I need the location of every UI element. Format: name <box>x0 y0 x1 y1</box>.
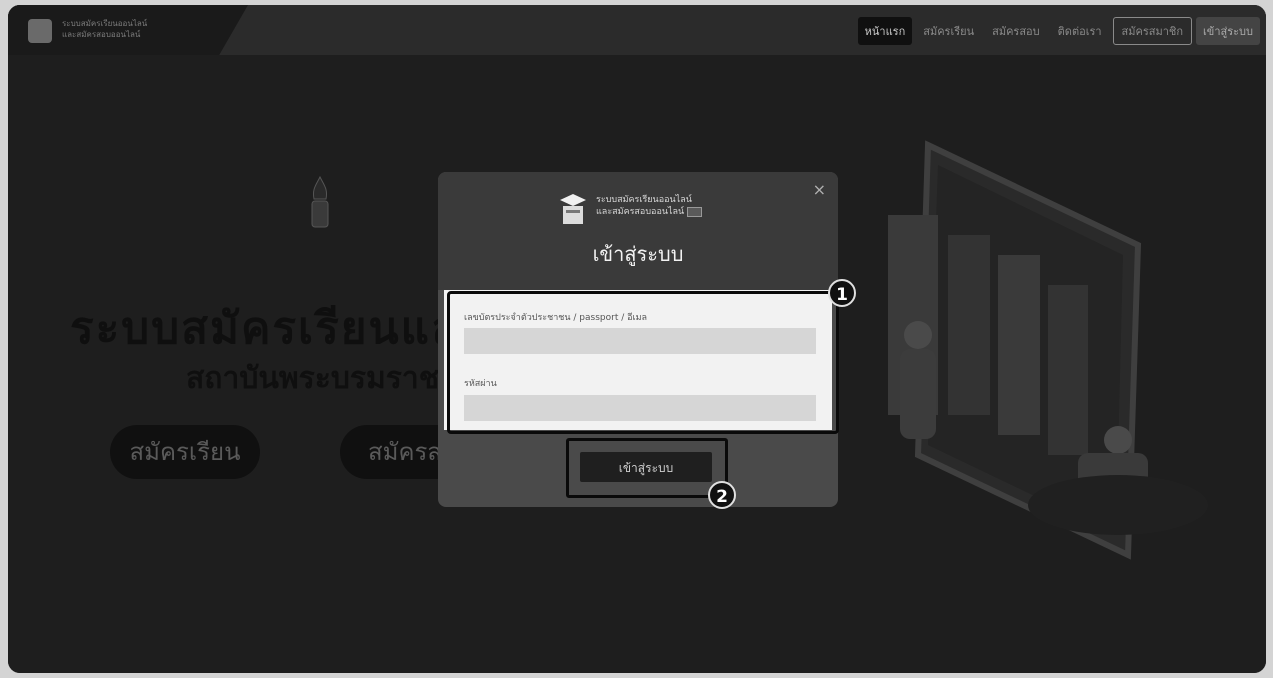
close-icon[interactable]: × <box>813 180 826 199</box>
hero-apply-study-button[interactable]: สมัครเรียน <box>110 425 260 479</box>
form-highlight-box <box>447 291 839 434</box>
top-navbar: ระบบสมัครเรียนออนไลน์ และสมัครสอบออนไลน์… <box>8 5 1266 55</box>
main-nav: หน้าแรก สมัครเรียน สมัครสอบ ติดต่อเรา สม… <box>857 17 1260 45</box>
site-logo-text[interactable]: ระบบสมัครเรียนออนไลน์ และสมัครสอบออนไลน์ <box>62 18 147 40</box>
modal-brand-text: ระบบสมัครเรียนออนไลน์ และสมัครสอบออนไลน์ <box>596 194 702 218</box>
nav-register-button[interactable]: สมัครสมาชิก <box>1112 17 1193 45</box>
button-highlight-box <box>566 438 728 498</box>
modal-header <box>438 172 838 290</box>
nav-apply-exam[interactable]: สมัครสอบ <box>985 17 1047 45</box>
brand-badge <box>687 207 702 217</box>
modal-brand-line2: และสมัครสอบออนไลน์ <box>596 206 702 218</box>
modal-logo-icon <box>560 194 586 224</box>
brand-area: ระบบสมัครเรียนออนไลน์ และสมัครสอบออนไลน์ <box>8 5 248 55</box>
step-marker-2: 2 <box>708 481 736 509</box>
nav-apply-study[interactable]: สมัครเรียน <box>916 17 981 45</box>
site-logo-icon[interactable] <box>28 19 52 43</box>
hero-emblem-icon <box>311 175 329 228</box>
hero-title: ระบบสมัครเรียนและ <box>70 303 486 354</box>
logo-text-line2: และสมัครสอบออนไลน์ <box>62 30 141 39</box>
logo-text-line1: ระบบสมัครเรียนออนไลน์ <box>62 19 148 28</box>
nav-login-button[interactable]: เข้าสู่ระบบ <box>1196 17 1260 45</box>
step-marker-1: 1 <box>828 279 856 307</box>
modal-brand-line1: ระบบสมัครเรียนออนไลน์ <box>596 195 692 205</box>
nav-contact[interactable]: ติดต่อเรา <box>1051 17 1109 45</box>
hero-illustration <box>888 140 1208 560</box>
nav-home[interactable]: หน้าแรก <box>857 17 913 45</box>
modal-title: เข้าสู่ระบบ <box>592 242 684 266</box>
